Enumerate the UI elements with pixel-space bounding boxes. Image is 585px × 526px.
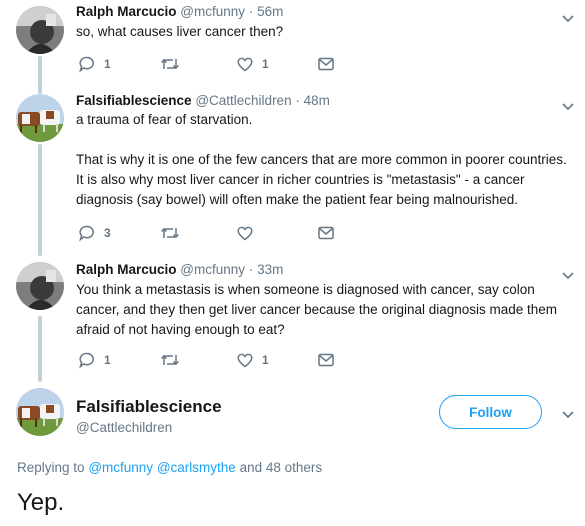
chevron-down-icon[interactable] [561,408,575,422]
tweet-paragraph: a trauma of fear of starvation. [76,112,253,127]
tweet-text: so, what causes liver cancer then? [76,22,572,42]
tweet[interactable]: Ralph Marcucio @mcfunny · 56m so, what c… [0,0,585,90]
retweet-icon [160,227,180,239]
message-button[interactable] [317,224,335,242]
author-handle[interactable]: @Cattlechildren [195,93,291,108]
like-count: 1 [262,57,269,71]
replying-user-link[interactable]: @mcfunny [88,460,153,475]
main-tweet-text: Yep. [17,489,65,516]
like-button[interactable]: 1 [236,351,269,369]
retweet-icon [160,354,180,366]
retweet-icon [160,58,180,70]
tweet[interactable]: Ralph Marcucio @mcfunny · 33m You think … [0,260,585,380]
retweet-button[interactable] [160,224,188,242]
tweet-actions: 3 [76,224,396,244]
retweet-button[interactable] [160,351,188,369]
reply-icon [79,225,94,242]
tweet-paragraph: You think a metastasis is when someone i… [76,282,558,337]
author-handle[interactable]: @mcfunny [180,262,245,277]
retweet-button[interactable] [160,55,188,73]
author-handle[interactable]: @mcfunny [180,4,245,19]
tweet-text: a trauma of fear of starvation. That is … [76,110,572,210]
tweet-paragraph: That is why it is one of the few cancers… [76,152,567,207]
follow-button[interactable]: Follow [439,395,542,429]
tweet[interactable]: Falsifiablescience @Cattlechildren · 48m… [0,90,585,260]
message-button[interactable] [317,55,335,73]
like-icon [237,57,253,72]
author-name[interactable]: Ralph Marcucio [76,4,177,19]
message-button[interactable] [317,351,335,369]
reply-icon [79,56,94,73]
replying-to: Replying to @mcfunny @carlsmythe and 48 … [17,460,322,475]
message-icon [318,226,334,240]
timestamp[interactable]: 48m [304,93,330,108]
like-icon [237,353,253,368]
avatar[interactable] [16,6,64,54]
author-name[interactable]: Ralph Marcucio [76,262,177,277]
author-name[interactable]: Falsifiablescience [76,93,192,108]
tweet-paragraph: so, what causes liver cancer then? [76,24,284,39]
reply-count: 1 [104,353,111,367]
tweet-actions: 1 1 [76,351,396,371]
like-button[interactable]: 1 [236,55,269,73]
avatar[interactable] [16,94,64,142]
reply-button[interactable]: 1 [78,55,111,73]
timestamp[interactable]: 33m [257,262,283,277]
tweet-actions: 1 1 [76,55,396,75]
reply-icon [79,352,94,369]
like-count: 1 [262,353,269,367]
reply-button[interactable]: 3 [78,224,111,242]
message-icon [318,353,334,367]
reply-count: 3 [104,226,111,240]
main-author-handle[interactable]: @Cattlechildren [76,420,172,435]
reply-count: 1 [104,57,111,71]
replying-others[interactable]: and 48 others [240,460,323,475]
replying-user-link[interactable]: @carlsmythe [157,460,236,475]
replying-prefix: Replying to [17,460,85,475]
reply-button[interactable]: 1 [78,351,111,369]
like-button[interactable] [236,224,262,242]
avatar[interactable] [16,388,64,436]
message-icon [318,57,334,71]
tweet-text: You think a metastasis is when someone i… [76,280,572,340]
like-icon [237,226,253,241]
timestamp[interactable]: 56m [257,4,283,19]
main-author-name[interactable]: Falsifiablescience [76,397,222,417]
avatar[interactable] [16,262,64,310]
